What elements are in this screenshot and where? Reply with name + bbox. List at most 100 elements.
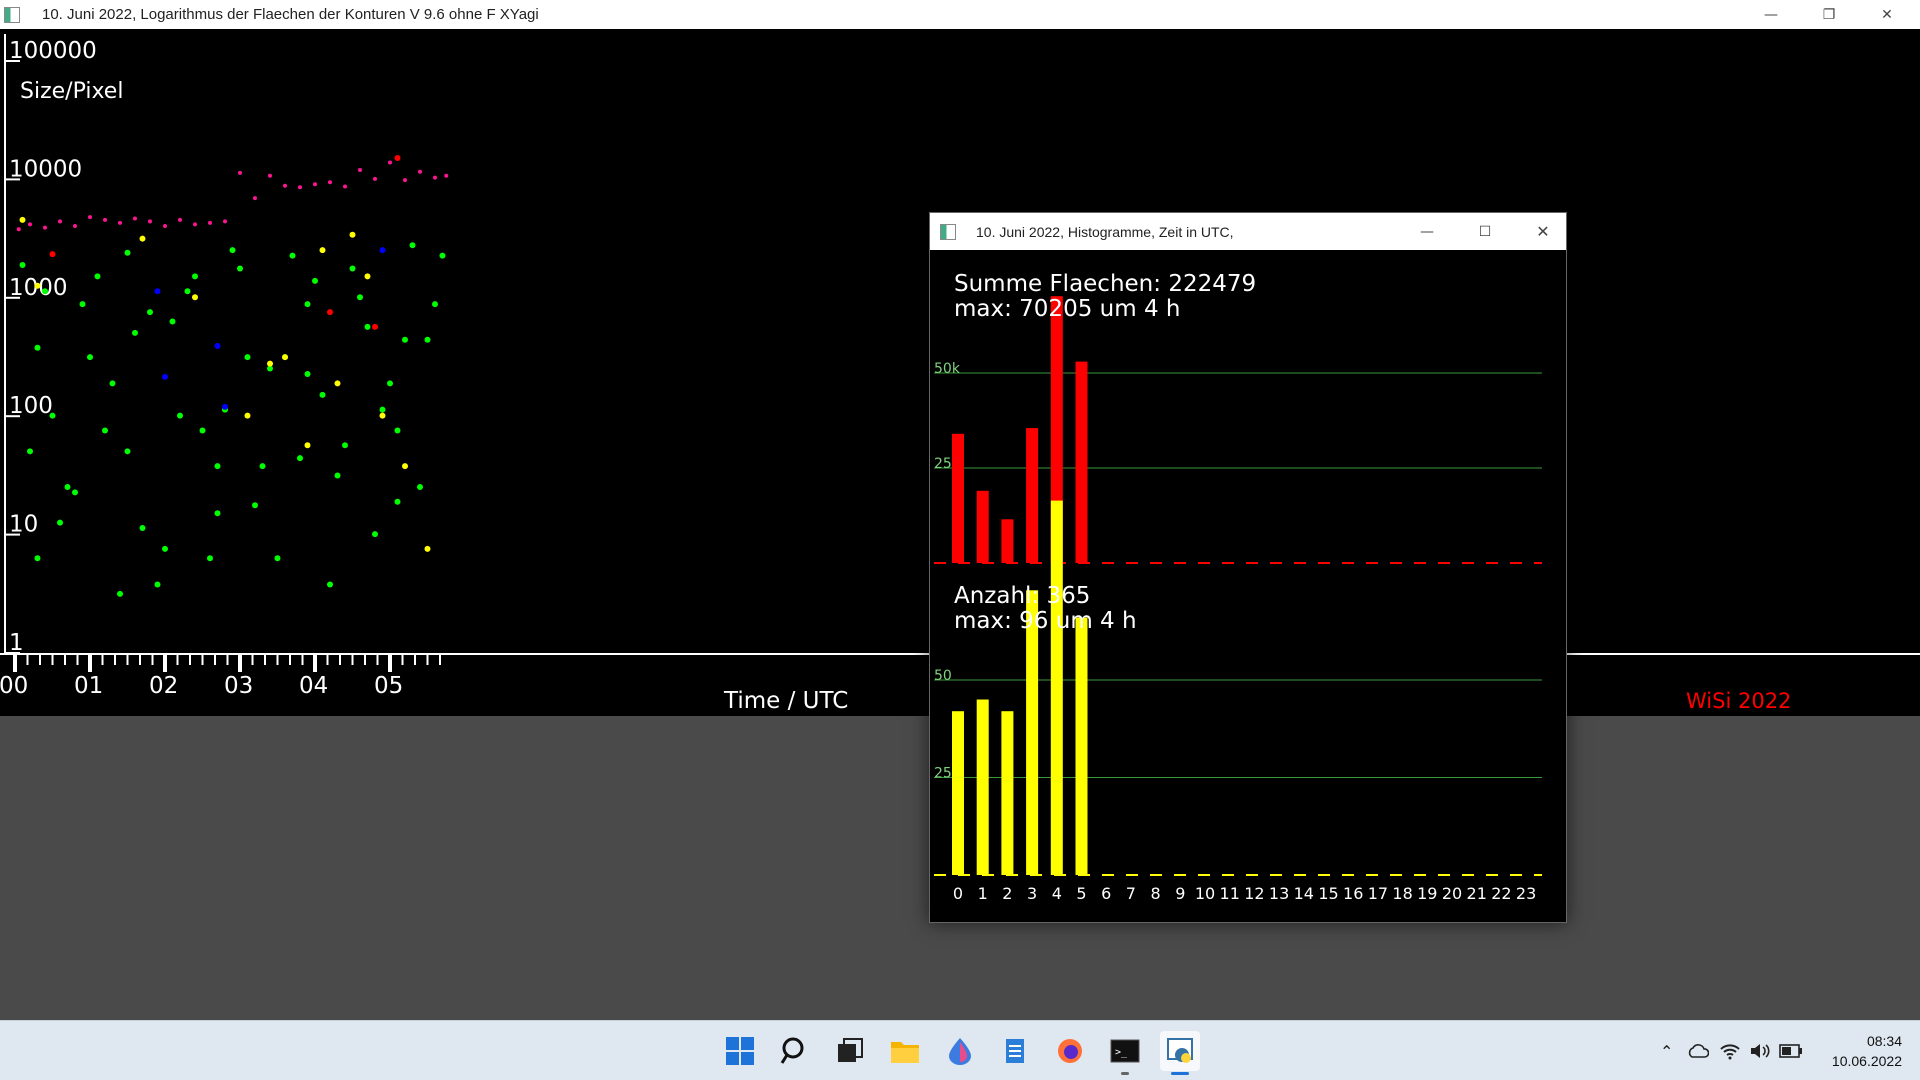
terminal-running-indicator bbox=[1121, 1072, 1129, 1075]
scatter-point bbox=[417, 483, 423, 490]
hist-app-icon bbox=[940, 223, 956, 240]
app-icon bbox=[4, 6, 20, 23]
scatter-point bbox=[178, 217, 182, 222]
scatter-point bbox=[88, 215, 92, 220]
firefox-icon[interactable] bbox=[1050, 1031, 1090, 1071]
main-titlebar[interactable]: 10. Juni 2022, Logarithmus der Flaechen … bbox=[0, 0, 1920, 29]
x-axis-label: Time / UTC bbox=[723, 688, 848, 714]
restore-icon[interactable]: ❐ bbox=[1800, 0, 1858, 29]
scatter-point bbox=[34, 344, 41, 351]
scatter-point bbox=[403, 178, 407, 183]
battery-icon[interactable] bbox=[1779, 1044, 1803, 1058]
scatter-point bbox=[214, 463, 221, 470]
scatter-point bbox=[334, 472, 341, 479]
scatter-point bbox=[298, 185, 302, 190]
scatter-point bbox=[72, 489, 78, 496]
scatter-point bbox=[297, 455, 303, 462]
scatter-point bbox=[387, 380, 393, 387]
clock[interactable]: 08:34 10.06.2022 bbox=[1832, 1031, 1902, 1071]
scatter-point bbox=[432, 301, 438, 308]
scatter-point bbox=[444, 173, 449, 178]
hist-close-icon[interactable]: ✕ bbox=[1514, 213, 1572, 250]
scatter-point bbox=[87, 354, 93, 361]
scatter-point bbox=[133, 216, 137, 221]
hour-label: 23 bbox=[1516, 884, 1536, 903]
scatter-point bbox=[418, 169, 422, 174]
y-tick-labels: 100000100001000100101 bbox=[5, 38, 97, 656]
scatter-point bbox=[193, 222, 197, 227]
scatter-point bbox=[109, 380, 116, 387]
notepad-icon[interactable] bbox=[995, 1031, 1035, 1071]
scatter-point bbox=[379, 412, 386, 419]
wifi-icon[interactable] bbox=[1719, 1042, 1741, 1060]
scatter-point bbox=[364, 323, 371, 330]
hist-window-title: 10. Juni 2022, Histogramme, Zeit in UTC, bbox=[976, 223, 1234, 240]
volume-icon[interactable] bbox=[1749, 1042, 1771, 1060]
hour-label: 8 bbox=[1151, 884, 1161, 903]
area-bar bbox=[976, 490, 989, 563]
terminal-icon[interactable]: >_ bbox=[1105, 1031, 1145, 1075]
scatter-point bbox=[73, 223, 77, 228]
scatter-point bbox=[394, 427, 401, 434]
svg-text:>_: >_ bbox=[1115, 1047, 1128, 1058]
hour-label: 5 bbox=[1076, 884, 1086, 903]
scatter-point bbox=[34, 555, 41, 562]
scatter-point bbox=[394, 498, 401, 505]
scatter-point bbox=[433, 175, 437, 180]
scatter-point bbox=[379, 247, 386, 254]
x-tick-label: 02 bbox=[149, 673, 178, 699]
clock-time: 08:34 bbox=[1866, 1033, 1902, 1049]
scatter-point bbox=[49, 412, 56, 419]
scatter-point bbox=[177, 412, 183, 419]
search-icon[interactable] bbox=[775, 1031, 815, 1071]
browser-droplet-icon[interactable] bbox=[940, 1031, 980, 1071]
scatter-point bbox=[132, 329, 138, 336]
scatter-point bbox=[94, 273, 101, 280]
count-grid-label: 50 bbox=[934, 668, 952, 684]
scatter-point bbox=[42, 288, 48, 295]
scatter-point bbox=[192, 294, 198, 301]
scatter-point bbox=[139, 235, 146, 242]
hist-maximize-icon[interactable]: ☐ bbox=[1456, 213, 1514, 250]
task-view-icon[interactable] bbox=[830, 1031, 870, 1071]
python-app-icon[interactable] bbox=[1160, 1031, 1200, 1075]
file-explorer-icon[interactable] bbox=[885, 1031, 925, 1071]
scatter-point bbox=[274, 555, 281, 562]
scatter-point bbox=[343, 184, 347, 189]
scatter-point bbox=[27, 448, 33, 455]
scatter-point bbox=[57, 519, 63, 526]
close-icon[interactable]: ✕ bbox=[1858, 0, 1916, 29]
python-active-indicator bbox=[1171, 1072, 1189, 1075]
scatter-point bbox=[304, 442, 311, 449]
chevron-up-icon[interactable]: ⌃ bbox=[1660, 1042, 1673, 1061]
hour-label: 13 bbox=[1269, 884, 1289, 903]
scatter-point bbox=[103, 217, 107, 222]
hist-minimize-icon[interactable]: — bbox=[1398, 213, 1456, 250]
count-label: Anzahl: 365 bbox=[954, 583, 1090, 609]
hour-label: 20 bbox=[1442, 884, 1462, 903]
scatter-point bbox=[214, 510, 221, 517]
scatter-point bbox=[208, 220, 212, 225]
scatter-point bbox=[169, 318, 176, 325]
scatter-point bbox=[312, 277, 318, 284]
minimize-icon[interactable]: — bbox=[1742, 0, 1800, 29]
area-max-label: max: 70205 um 4 h bbox=[954, 296, 1180, 322]
y-axis-label: Size/Pixel bbox=[20, 79, 123, 104]
hour-label: 15 bbox=[1318, 884, 1338, 903]
main-window-title: 10. Juni 2022, Logarithmus der Flaechen … bbox=[42, 6, 539, 23]
onedrive-cloud-icon[interactable] bbox=[1687, 1043, 1710, 1059]
scatter-point bbox=[357, 294, 363, 301]
scatter-point bbox=[409, 242, 416, 249]
hour-label: 2 bbox=[1002, 884, 1012, 903]
scatter-point bbox=[394, 155, 401, 162]
count-grid-label: 25 bbox=[934, 766, 952, 782]
hour-label: 1 bbox=[978, 884, 988, 903]
scatter-point bbox=[64, 483, 71, 490]
hour-label: 9 bbox=[1175, 884, 1185, 903]
hour-label: 10 bbox=[1195, 884, 1215, 903]
hour-labels: 0 1 2 3 4 5 6 7 8 9 10 11 12 13 14 15 16 17 18 19 20 21 22 23 bbox=[953, 884, 1536, 903]
hist-titlebar[interactable]: 10. Juni 2022, Histogramme, Zeit in UTC,… bbox=[930, 213, 1566, 250]
start-icon[interactable] bbox=[720, 1031, 760, 1071]
count-bar bbox=[1075, 617, 1088, 875]
scatter-point bbox=[19, 216, 26, 223]
